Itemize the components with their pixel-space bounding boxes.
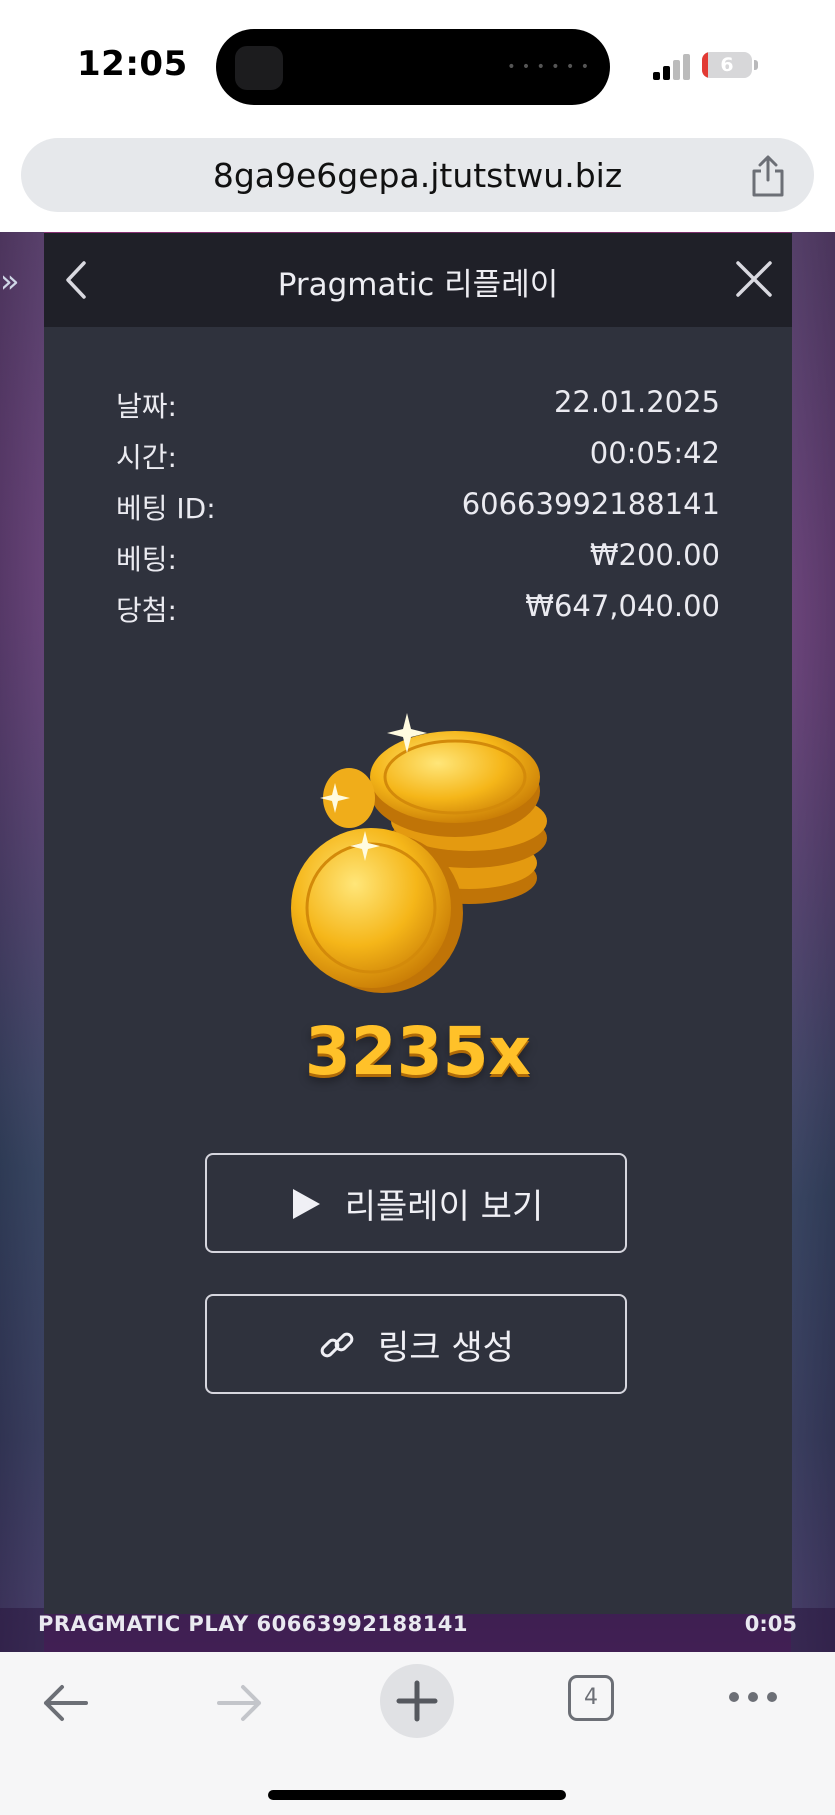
dynamic-island: • • • • • • [216, 29, 610, 105]
arrow-right-icon[interactable] [215, 1682, 265, 1724]
replay-modal: Pragmatic 리플레이 날짜: 22.01.2025 시간: 00:05:… [44, 233, 792, 1614]
view-replay-label: 리플레이 보기 [344, 1187, 544, 1227]
info-value: ₩200.00 [589, 538, 720, 572]
view-replay-content[interactable]: 리플레이 보기 [207, 1179, 625, 1228]
create-link-label: 링크 생성 [378, 1328, 514, 1368]
info-value: 00:05:42 [589, 436, 720, 470]
battery-nub [754, 60, 758, 70]
arrow-left-icon[interactable] [40, 1682, 90, 1724]
info-row-bet: 베팅: ₩200.00 [116, 538, 720, 589]
new-tab-button[interactable] [380, 1664, 454, 1738]
create-link-content[interactable]: 링크 생성 [207, 1320, 625, 1369]
coins-icon [291, 713, 547, 993]
info-value: 22.01.2025 [553, 385, 720, 419]
info-label: 베팅 ID: [116, 492, 216, 525]
info-row-win: 당첨: ₩647,040.00 [116, 589, 720, 640]
info-label: 베팅: [116, 543, 177, 576]
status-bar: 12:05 • • • • • • 6 [0, 0, 835, 130]
modal-title: Pragmatic 리플레이 [277, 267, 559, 303]
plus-icon [396, 1680, 438, 1722]
info-row-date: 날짜: 22.01.2025 [116, 385, 720, 436]
modal-header: Pragmatic 리플레이 [44, 233, 792, 327]
play-icon [292, 1188, 320, 1219]
tabs-button[interactable]: 4 [568, 1675, 614, 1721]
info-label: 날짜: [116, 390, 177, 423]
create-link-button[interactable]: 링크 생성 [205, 1294, 627, 1394]
battery-level: 6 [720, 54, 734, 76]
view-replay-button[interactable]: 리플레이 보기 [205, 1153, 627, 1253]
game-footer-left: PRAGMATIC PLAY 60663992188141 [38, 1612, 469, 1636]
url-text[interactable]: 8ga9e6gepa.jtutstwu.biz [21, 156, 814, 195]
info-row-time: 시간: 00:05:42 [116, 436, 720, 487]
game-side-right [791, 232, 835, 1652]
more-icon[interactable] [728, 1690, 778, 1704]
share-icon[interactable] [748, 154, 788, 198]
island-dots: • • • • • • [507, 59, 590, 75]
address-bar[interactable]: 8ga9e6gepa.jtutstwu.biz [21, 138, 814, 212]
info-value: ₩647,040.00 [525, 589, 720, 623]
info-row-bet-id: 베팅 ID: 60663992188141 [116, 487, 720, 538]
close-icon[interactable] [734, 259, 774, 299]
link-icon [320, 1332, 354, 1357]
home-indicator [268, 1790, 566, 1800]
double-chevron-icon: » [0, 262, 20, 300]
game-side-left [0, 232, 44, 1652]
camera-indicator [235, 46, 283, 90]
info-value: 60663992188141 [461, 487, 720, 521]
bet-info-list: 날짜: 22.01.2025 시간: 00:05:42 베팅 ID: 60663… [116, 385, 720, 640]
battery-icon: 6 [702, 52, 752, 78]
game-footer-timer: 0:05 [744, 1612, 797, 1636]
win-multiplier: 3235x [304, 1013, 532, 1090]
info-label: 당첨: [116, 594, 177, 627]
info-label: 시간: [116, 441, 177, 474]
status-time: 12:05 [77, 44, 188, 84]
cellular-signal-icon [653, 52, 693, 80]
